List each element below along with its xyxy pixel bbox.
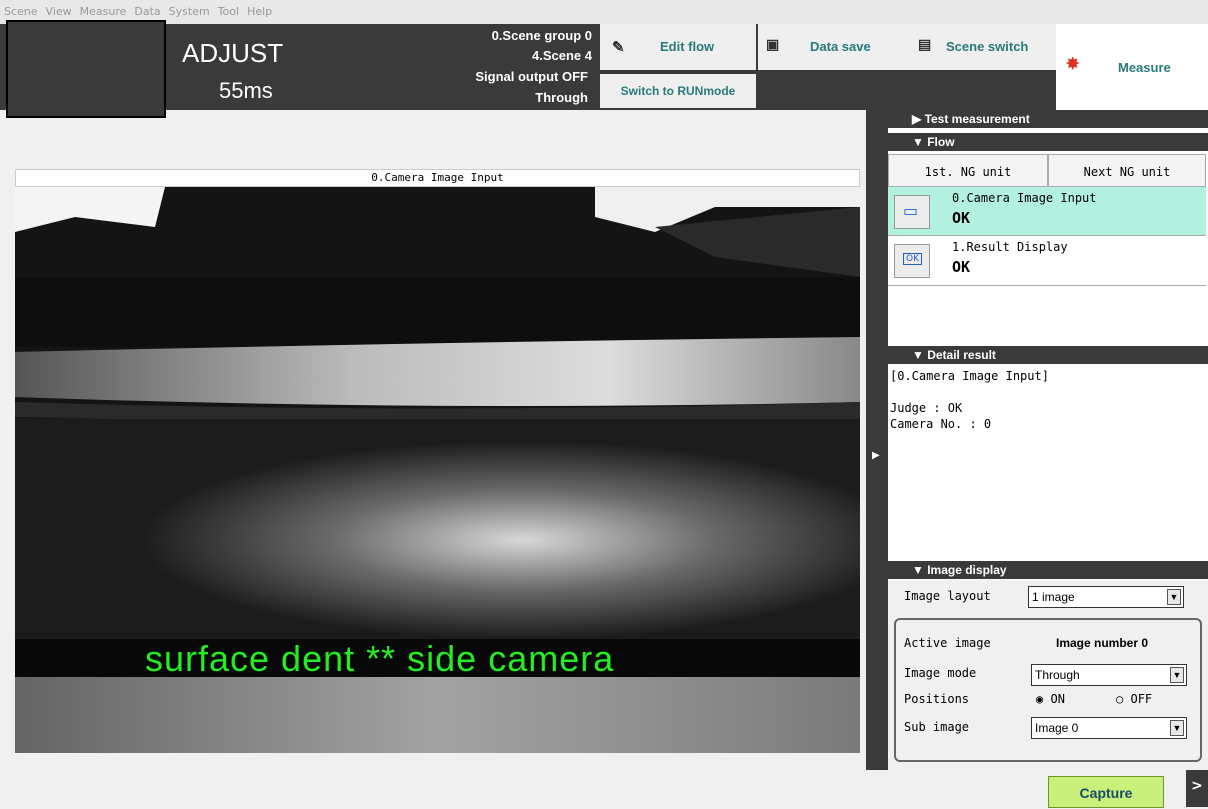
first-ng-unit-button[interactable]: 1st. NG unit — [888, 154, 1048, 190]
scene-switch-button[interactable]: ▤ Scene switch — [906, 24, 1056, 70]
thumbnail — [6, 20, 166, 118]
data-save-label: Data save — [810, 39, 871, 54]
sub-image-value: Image 0 — [1035, 721, 1079, 735]
positions-off-label: OFF — [1130, 692, 1153, 706]
detail-line: [0.Camera Image Input] — [890, 369, 1049, 383]
scene-switch-label: Scene switch — [946, 39, 1029, 54]
edit-flow-button[interactable]: ✎ Edit flow — [600, 24, 756, 70]
side-panel-toggle[interactable]: ▶ — [866, 110, 888, 770]
measure-label: Measure — [1118, 60, 1171, 75]
image-layout-label: Image layout — [904, 589, 991, 603]
header-button-gap — [758, 70, 1056, 110]
unit-name: 1.Result Display — [952, 240, 1068, 254]
image-layout-select[interactable]: 1 image ▼ — [1028, 586, 1184, 608]
image-mode-label: Image mode — [904, 666, 977, 680]
positions-on-radio[interactable]: ◉ ON — [1036, 692, 1065, 706]
detail-line: Camera No. : 0 — [890, 417, 992, 431]
measure-icon: ✸ — [1066, 56, 1080, 73]
flow-unit-1[interactable]: OK 1.Result Display OK — [888, 236, 1206, 286]
unit-status: OK — [952, 258, 971, 276]
scene-group: 0.Scene group 0 — [491, 28, 592, 43]
active-image-label: Active image — [904, 636, 991, 650]
measure-button[interactable]: ✸ Measure — [1058, 24, 1208, 110]
detail-line: Judge : OK — [890, 401, 963, 415]
mode-label: ADJUST — [182, 38, 284, 68]
positions-label: Positions — [904, 692, 970, 706]
header: ADJUST 55ms 0.Scene group 0 4.Scene 4 Si… — [0, 20, 1208, 118]
image-display-header[interactable]: ▼ Image display — [888, 561, 1208, 579]
expand-arrow-icon: ▶ — [872, 450, 880, 461]
processing-time: 55ms — [219, 78, 273, 103]
sub-image-label: Sub image — [904, 720, 970, 734]
sub-image-select[interactable]: Image 0 ▼ — [1031, 717, 1187, 739]
capture-button[interactable]: Capture — [1048, 776, 1164, 808]
menu-bar: Scene View Measure Data System Tool Help — [0, 0, 1208, 24]
chevron-down-icon: ▼ — [1170, 667, 1184, 683]
unit-name: 0.Camera Image Input — [952, 191, 1097, 205]
menu-help[interactable]: Help — [243, 0, 276, 24]
positions-on-label: ON — [1050, 692, 1065, 706]
detail-result-header[interactable]: ▼ Detail result — [888, 346, 1208, 364]
edit-icon: ✎ — [612, 39, 625, 56]
chevron-down-icon: ▼ — [1170, 720, 1184, 736]
unit-status: OK — [952, 209, 971, 227]
right-panel: ▶ Test measurement ▼ Flow 1st. NG unit N… — [888, 110, 1208, 770]
image-mode-value: Through — [1035, 668, 1080, 682]
radio-unselected-icon: ○ — [1116, 692, 1124, 706]
camera-icon: ▭ — [894, 195, 930, 229]
detail-result-text: [0.Camera Image Input] Judge : OK Camera… — [890, 368, 1049, 432]
expand-button[interactable]: > — [1186, 770, 1208, 807]
menu-system[interactable]: System — [165, 0, 214, 24]
signal-output: Signal output OFF — [475, 69, 588, 84]
image-pane-title: 0.Camera Image Input — [15, 169, 860, 187]
result-display-icon: OK — [894, 244, 930, 278]
active-image-value: Image number 0 — [1056, 636, 1149, 650]
switch-run-button[interactable]: Switch to RUNmode — [600, 74, 756, 108]
test-measurement-header[interactable]: ▶ Test measurement — [888, 110, 1208, 128]
edit-flow-label: Edit flow — [660, 39, 715, 54]
image-layout-value: 1 image — [1032, 590, 1075, 604]
scene-name: 4.Scene 4 — [532, 48, 592, 63]
detail-line — [890, 384, 1049, 400]
flow-unit-0[interactable]: ▭ 0.Camera Image Input OK — [888, 186, 1206, 236]
menu-tool[interactable]: Tool — [214, 0, 243, 24]
through-status: Through — [535, 90, 588, 105]
scene-switch-icon: ▤ — [918, 36, 932, 52]
save-icon: ▣ — [766, 36, 780, 52]
next-ng-unit-button[interactable]: Next NG unit — [1048, 154, 1206, 190]
image-mode-select[interactable]: Through ▼ — [1031, 664, 1187, 686]
data-save-button[interactable]: ▣ Data save — [758, 24, 906, 70]
positions-off-radio[interactable]: ○ OFF — [1116, 692, 1152, 706]
radio-selected-icon: ◉ — [1036, 692, 1044, 706]
image-caption: surface dent ** side camera — [145, 638, 615, 679]
chevron-down-icon: ▼ — [1167, 589, 1181, 605]
flow-header[interactable]: ▼ Flow — [888, 133, 1208, 151]
